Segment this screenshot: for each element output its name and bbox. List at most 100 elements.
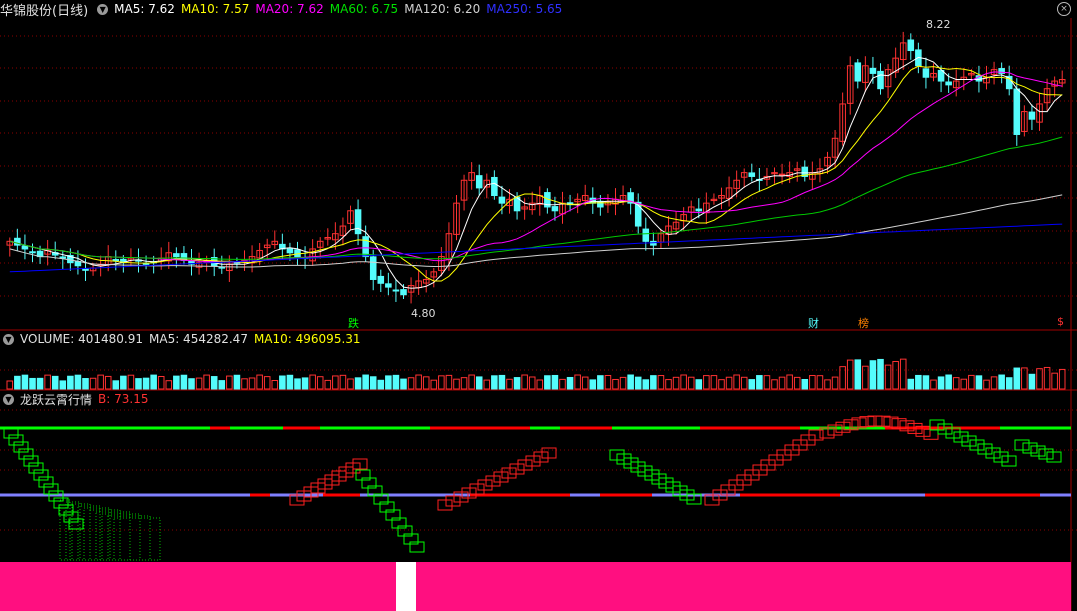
- volume-bar: [286, 374, 294, 390]
- indicator-step: [517, 459, 533, 471]
- volume-bar: [854, 359, 862, 390]
- volume-bar: [634, 376, 642, 390]
- volume-bar: [945, 374, 952, 390]
- volume-bar: [687, 376, 695, 390]
- volume-bar: [899, 358, 907, 390]
- volume-bar: [884, 364, 892, 390]
- indicator-step: [533, 451, 549, 463]
- volume-bar: [407, 377, 415, 390]
- volume-bar: [180, 374, 188, 390]
- candle-body: [877, 70, 884, 90]
- volume-bar: [975, 375, 983, 390]
- volume-bar: [740, 376, 748, 390]
- volume-bar: [824, 379, 831, 390]
- volume-bar: [937, 376, 945, 390]
- indicator-step: [485, 475, 501, 487]
- volume-bar: [29, 377, 36, 390]
- indicator-step: [509, 463, 525, 475]
- volume-bar: [453, 378, 460, 390]
- volume-bar: [642, 379, 650, 390]
- indicator-step: [1030, 445, 1046, 457]
- volume-bar: [1021, 367, 1028, 390]
- indicator-step: [1001, 455, 1017, 467]
- candle-body: [475, 175, 483, 189]
- candle-body: [112, 259, 120, 262]
- volume-bar: [301, 377, 309, 390]
- indicator-step: [43, 483, 59, 495]
- stock-chart[interactable]: [0, 0, 1077, 611]
- volume-bar: [786, 374, 793, 390]
- candle-body: [377, 275, 385, 284]
- indicator-step: [437, 499, 453, 511]
- volume-bar: [544, 375, 551, 390]
- volume-bar: [1005, 377, 1013, 390]
- candle-body: [173, 253, 180, 258]
- indicator-dotted-bar: [95, 511, 131, 561]
- volume-bar: [362, 374, 369, 390]
- volume-bar: [210, 376, 218, 390]
- indicator-step: [33, 469, 49, 481]
- volume-bar: [725, 376, 733, 390]
- volume-bar: [173, 375, 180, 390]
- volume-bar: [846, 359, 854, 390]
- indicator-step: [977, 443, 993, 455]
- volume-bar: [354, 377, 362, 390]
- indicator-dotted-bar: [83, 507, 111, 561]
- indicator-dotted-bar: [89, 509, 121, 561]
- volume-bar: [438, 375, 445, 390]
- volume-bar: [316, 376, 324, 390]
- volume-bar: [771, 379, 778, 390]
- candle-body: [59, 256, 67, 259]
- volume-bar: [1043, 366, 1051, 390]
- status-bar-gap: [396, 562, 416, 611]
- volume-bar: [915, 374, 922, 390]
- marker-bang: 榜: [858, 317, 869, 330]
- volume-bar: [491, 375, 498, 390]
- volume-bar: [377, 379, 385, 390]
- volume-bar: [665, 379, 672, 390]
- volume-bar: [990, 376, 998, 390]
- candle-body: [634, 201, 642, 227]
- candle-body: [400, 289, 407, 296]
- indicator-step: [23, 455, 39, 467]
- volume-bar: [869, 360, 877, 390]
- volume-bar: [604, 375, 612, 390]
- volume-bar: [157, 375, 165, 390]
- candle-body: [286, 248, 294, 254]
- indicator-step: [469, 483, 485, 495]
- volume-bar: [127, 374, 135, 390]
- volume-bar: [369, 376, 377, 390]
- volume-bar: [309, 374, 316, 390]
- candle-body: [1028, 111, 1036, 120]
- volume-bar: [551, 374, 559, 390]
- ma5-line: [9, 56, 1063, 289]
- indicator-step: [18, 448, 34, 460]
- volume-bar: [339, 374, 347, 390]
- volume-bar: [44, 374, 51, 390]
- volume-bar: [521, 374, 528, 390]
- volume-bar: [6, 380, 14, 390]
- volume-bar: [581, 376, 589, 390]
- volume-bar: [104, 375, 112, 390]
- volume-bar: [619, 376, 627, 390]
- indicator-step: [68, 518, 84, 530]
- volume-bar: [952, 377, 960, 390]
- indicator-step: [953, 431, 969, 443]
- volume-bar: [36, 377, 44, 390]
- ma250-line: [9, 223, 1063, 273]
- volume-bar: [59, 380, 67, 390]
- volume-bar: [120, 375, 127, 390]
- indicator-step: [525, 455, 541, 467]
- volume-bar: [877, 358, 884, 390]
- volume-bar: [672, 376, 680, 390]
- volume-bar: [483, 379, 491, 390]
- volume-bar: [998, 374, 1005, 390]
- volume-bar: [1013, 367, 1021, 390]
- volume-bar: [324, 379, 332, 390]
- volume-bar: [415, 374, 422, 390]
- volume-bar: [195, 377, 203, 390]
- volume-bar: [233, 374, 241, 390]
- volume-bar: [612, 378, 619, 390]
- volume-bar: [748, 379, 756, 390]
- indicator-step: [38, 476, 54, 488]
